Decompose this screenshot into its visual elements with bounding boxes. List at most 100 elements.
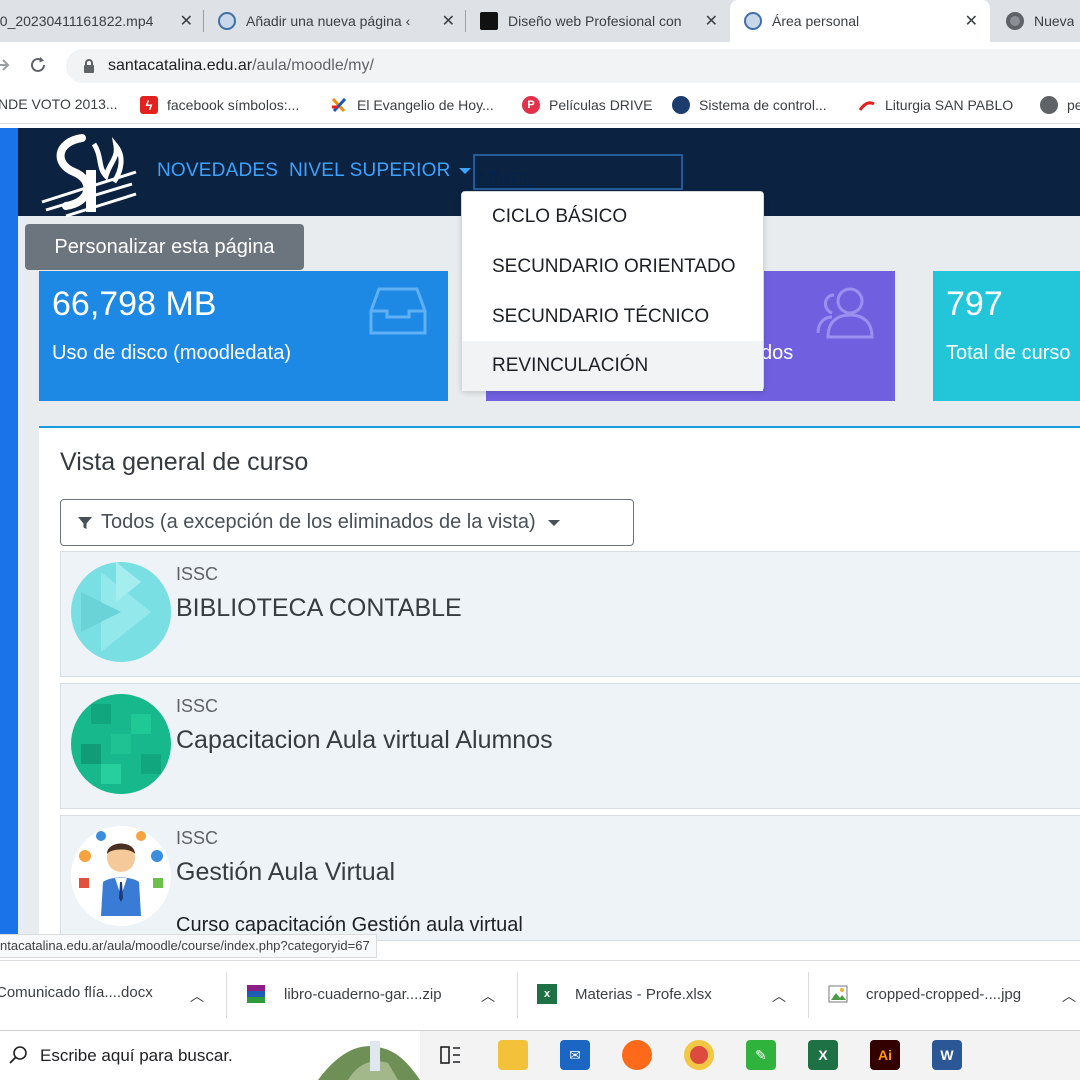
bookmark-label: NDE VOTO 2013... bbox=[0, 96, 118, 112]
download-item[interactable]: cropped-cropped-....jpg bbox=[828, 984, 1021, 1004]
filter-label: Todos (a excepción de los eliminados de … bbox=[101, 511, 536, 533]
mail-icon[interactable]: ✉ bbox=[560, 1040, 590, 1070]
close-icon[interactable]: ✕ bbox=[442, 11, 455, 31]
taskbar-search-box[interactable]: Escribe aquí para buscar. bbox=[0, 1031, 420, 1080]
browser-tab[interactable]: Diseño web Profesional con ✕ bbox=[466, 0, 728, 42]
course-card[interactable]: ISSC BIBLIOTECA CONTABLE bbox=[60, 551, 1080, 677]
download-item[interactable]: Comunicado flía....docx bbox=[0, 984, 153, 1001]
inbox-icon bbox=[369, 287, 427, 335]
bookmark[interactable]: NDE VOTO 2013... bbox=[0, 96, 118, 112]
bookmark-label: Películas DRIVE bbox=[549, 97, 653, 113]
address-bar[interactable]: santacatalina.edu.ar/aula/moodle/my/ bbox=[66, 49, 1080, 83]
bookmark-label: facebook símbolos:... bbox=[167, 97, 300, 113]
excel-file-icon: x bbox=[537, 984, 557, 1004]
course-category: ISSC bbox=[176, 564, 219, 584]
download-name: Materias - Profe.xlsx bbox=[575, 985, 712, 1003]
bookmark-label: Sistema de control... bbox=[699, 97, 827, 113]
menu-item-secundario-orientado[interactable]: SECUNDARIO ORIENTADO bbox=[462, 242, 763, 292]
task-view-icon[interactable] bbox=[440, 1044, 462, 1066]
status-bar-url: ntacatalina.edu.ar/aula/moodle/course/in… bbox=[0, 934, 377, 958]
course-card[interactable]: ISSC Gestión Aula Virtual Curso capacita… bbox=[60, 815, 1080, 941]
bookmark-label: pe bbox=[1067, 97, 1080, 113]
close-icon[interactable]: ✕ bbox=[705, 11, 718, 31]
globe-icon bbox=[1040, 96, 1058, 114]
lock-icon[interactable] bbox=[82, 58, 96, 74]
caret-down-icon bbox=[547, 519, 560, 526]
menu-item-revinculacion[interactable]: REVINCULACIÓN bbox=[462, 341, 763, 391]
nav-nivel-secundario[interactable]: NIVEL SECUNDARIO bbox=[473, 154, 683, 213]
nav-novedades[interactable]: NOVEDADES bbox=[157, 160, 278, 182]
bookmark[interactable]: pe bbox=[1040, 96, 1080, 114]
url-path: /aula/moodle/my/ bbox=[252, 57, 374, 74]
chevron-up-icon[interactable]: ︿ bbox=[772, 986, 786, 1006]
url-host: santacatalina.edu.ar bbox=[108, 57, 253, 74]
course-category: ISSC bbox=[176, 828, 219, 848]
users-icon bbox=[816, 287, 874, 339]
course-card[interactable]: ISSC Capacitacion Aula virtual Alumnos bbox=[60, 683, 1080, 809]
course-name[interactable]: Gestión Aula Virtual bbox=[176, 858, 395, 887]
stat-label: Total de curso bbox=[946, 342, 1071, 364]
nivel-secundario-menu: CICLO BÁSICO SECUNDARIO ORIENTADO SECUND… bbox=[461, 191, 764, 391]
reload-icon[interactable] bbox=[28, 55, 48, 75]
browser-tab-active[interactable]: Área personal ✕ bbox=[730, 0, 990, 42]
stat-label: dos bbox=[761, 342, 794, 364]
tab-title: Añadir una nueva página ‹ bbox=[246, 13, 411, 29]
stat-value: 66,798 MB bbox=[52, 285, 217, 323]
tab-title: Diseño web Profesional con bbox=[508, 13, 682, 29]
browser-tab-strip: 10_20230411161822.mp4 ✕ Añadir una nueva… bbox=[0, 0, 1080, 42]
word-icon[interactable]: W bbox=[932, 1040, 962, 1070]
download-name: cropped-cropped-....jpg bbox=[866, 985, 1022, 1003]
green-app-icon[interactable]: ✎ bbox=[746, 1040, 776, 1070]
course-thumbnail bbox=[71, 826, 171, 926]
excel-icon[interactable]: X bbox=[808, 1040, 838, 1070]
search-icon bbox=[9, 1046, 27, 1064]
close-icon[interactable]: ✕ bbox=[180, 11, 193, 31]
course-thumbnail bbox=[71, 562, 171, 662]
wordpress-favicon-icon bbox=[218, 12, 236, 30]
search-placeholder: Escribe aquí para buscar. bbox=[40, 1045, 233, 1065]
chrome-icon[interactable] bbox=[684, 1040, 714, 1070]
shelf-divider bbox=[517, 972, 518, 1018]
nav-label: NIVEL SUPERIOR bbox=[289, 160, 451, 181]
tab-title: Área personal bbox=[772, 13, 860, 29]
bookmark[interactable]: Liturgia SAN PABLO bbox=[858, 96, 1013, 114]
download-item[interactable]: libro-cuaderno-gar....zip bbox=[246, 984, 442, 1004]
illustrator-icon[interactable]: Ai bbox=[870, 1040, 900, 1070]
browser-tab[interactable]: 10_20230411161822.mp4 ✕ bbox=[0, 0, 203, 42]
bookmark-label: El Evangelio de Hoy... bbox=[357, 97, 494, 113]
bookmark[interactable]: Sistema de control... bbox=[672, 96, 827, 114]
firefox-icon[interactable] bbox=[622, 1040, 652, 1070]
search-highlight-illustration-icon bbox=[318, 1041, 420, 1080]
file-explorer-icon[interactable] bbox=[498, 1040, 528, 1070]
evangelio-logo-icon bbox=[331, 97, 347, 113]
browser-tab[interactable]: Nueva bbox=[992, 0, 1080, 42]
shield-seal-icon bbox=[672, 96, 690, 114]
winrar-file-icon bbox=[247, 985, 265, 1003]
school-logo-icon[interactable] bbox=[36, 132, 140, 218]
forward-icon[interactable] bbox=[0, 56, 10, 74]
chevron-up-icon[interactable]: ︿ bbox=[481, 986, 495, 1006]
bookmark-label: Liturgia SAN PABLO bbox=[885, 97, 1014, 113]
bookmark[interactable]: ϟ facebook símbolos:... bbox=[140, 96, 299, 114]
course-thumbnail bbox=[71, 694, 171, 794]
left-drawer[interactable] bbox=[0, 128, 18, 934]
course-name[interactable]: BIBLIOTECA CONTABLE bbox=[176, 594, 462, 623]
close-icon[interactable]: ✕ bbox=[965, 11, 978, 31]
bookmark[interactable]: El Evangelio de Hoy... bbox=[330, 96, 494, 114]
pelis-icon: P bbox=[522, 96, 540, 114]
download-name: libro-cuaderno-gar....zip bbox=[284, 985, 442, 1003]
course-name[interactable]: Capacitacion Aula virtual Alumnos bbox=[176, 726, 553, 755]
caret-down-icon bbox=[458, 167, 471, 174]
chevron-up-icon[interactable]: ︿ bbox=[190, 986, 204, 1006]
menu-item-ciclo-basico[interactable]: CICLO BÁSICO bbox=[462, 192, 763, 242]
tooltip-personalizar: Personalizar esta página bbox=[25, 224, 304, 270]
browser-tab[interactable]: Añadir una nueva página ‹ ✕ bbox=[204, 0, 465, 42]
nav-nivel-superior[interactable]: NIVEL SUPERIOR bbox=[289, 160, 471, 182]
course-filter-dropdown[interactable]: Todos (a excepción de los eliminados de … bbox=[60, 499, 634, 546]
tab-title: 10_20230411161822.mp4 bbox=[0, 13, 154, 29]
download-item[interactable]: x Materias - Profe.xlsx bbox=[537, 984, 712, 1004]
bookmark[interactable]: P Películas DRIVE bbox=[522, 96, 652, 114]
menu-item-secundario-tecnico[interactable]: SECUNDARIO TÉCNICO bbox=[462, 292, 763, 342]
chevron-up-icon[interactable]: ︿ bbox=[1062, 986, 1076, 1006]
mosaic-pattern-icon bbox=[81, 704, 161, 784]
